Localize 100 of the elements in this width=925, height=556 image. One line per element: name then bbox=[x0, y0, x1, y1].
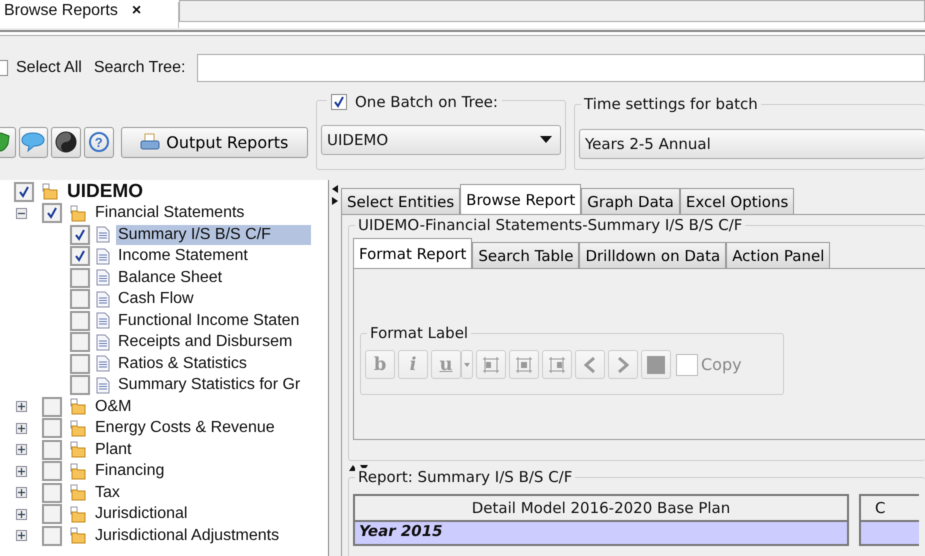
time-settings-dropdown[interactable]: Years 2-5 Annual bbox=[579, 129, 925, 159]
tree-item[interactable]: Balance Sheet bbox=[116, 268, 224, 288]
tree-checkbox[interactable] bbox=[70, 375, 90, 396]
checkmark-icon bbox=[74, 228, 86, 241]
tree-item[interactable]: Ratios & Statistics bbox=[116, 354, 249, 374]
tree-item[interactable]: Receipts and Disbursem bbox=[116, 332, 294, 352]
tree-checkbox[interactable] bbox=[42, 440, 62, 460]
table-cell: Year 2015 bbox=[353, 522, 849, 546]
column-header[interactable]: Detail Model 2016-2020 Base Plan bbox=[353, 494, 849, 522]
tree-checkbox[interactable] bbox=[70, 289, 90, 310]
tree-item[interactable]: Financing bbox=[93, 461, 166, 482]
frame-icon bbox=[549, 356, 565, 372]
tab[interactable]: Action Panel bbox=[726, 242, 830, 268]
tree-checkbox[interactable] bbox=[42, 482, 62, 503]
expand-icon[interactable] bbox=[16, 487, 28, 498]
printer-icon bbox=[140, 133, 160, 151]
tree-item[interactable]: Summary I/S B/S C/F bbox=[116, 224, 311, 245]
folder-icon bbox=[68, 462, 87, 480]
batch-dropdown[interactable]: UIDEMO bbox=[321, 125, 561, 155]
tree-item[interactable]: Summary Statistics for Gr bbox=[116, 375, 302, 396]
chevron-right-icon bbox=[617, 356, 629, 372]
checkmark-icon bbox=[74, 250, 86, 262]
tree-checkbox[interactable] bbox=[42, 203, 62, 224]
tree-item[interactable]: Energy Costs & Revenue bbox=[93, 418, 277, 438]
report-title: Report: Summary I/S B/S C/F bbox=[355, 468, 576, 486]
search-field[interactable] bbox=[197, 54, 925, 82]
collapse-icon[interactable] bbox=[16, 208, 28, 219]
document-icon bbox=[96, 376, 110, 394]
column-header[interactable]: C bbox=[859, 494, 919, 522]
help-button[interactable]: ? bbox=[84, 126, 114, 158]
close-button[interactable]: × bbox=[132, 2, 142, 20]
tree-checkbox[interactable] bbox=[42, 396, 62, 417]
folder-icon bbox=[40, 183, 59, 200]
document-icon bbox=[96, 355, 110, 372]
search-tree-label: Search Tree: bbox=[94, 59, 186, 77]
tree-item[interactable]: Plant bbox=[93, 440, 134, 460]
yinyang-button[interactable] bbox=[51, 126, 81, 158]
tree-checkbox[interactable] bbox=[70, 246, 90, 266]
tab[interactable]: Browse Report bbox=[460, 184, 582, 214]
tree-item[interactable]: UIDEMO bbox=[65, 180, 145, 203]
tree-item[interactable]: O&M bbox=[93, 396, 134, 417]
tree-checkbox[interactable] bbox=[42, 461, 62, 482]
expand-icon[interactable] bbox=[16, 466, 28, 477]
tab[interactable]: Select Entities bbox=[341, 188, 460, 214]
caret-icon bbox=[540, 136, 552, 144]
frame-icon bbox=[483, 356, 499, 372]
document-icon bbox=[96, 269, 110, 286]
folder-icon bbox=[68, 484, 87, 502]
table-cell bbox=[859, 522, 919, 546]
tree-item[interactable]: Financial Statements bbox=[93, 203, 246, 224]
folder-icon bbox=[68, 204, 87, 222]
tree-item[interactable]: Tax bbox=[93, 482, 122, 503]
tree-checkbox[interactable] bbox=[70, 224, 90, 245]
tree-checkbox[interactable] bbox=[42, 418, 62, 438]
tree-checkbox[interactable] bbox=[42, 504, 62, 524]
tree-item[interactable]: Jurisdictional bbox=[93, 504, 190, 524]
one-batch-label: One Batch on Tree: bbox=[355, 93, 498, 111]
expand-icon[interactable] bbox=[16, 401, 28, 412]
tree-checkbox[interactable] bbox=[70, 354, 90, 374]
checkmark-icon bbox=[46, 207, 58, 220]
tree-item[interactable]: Cash Flow bbox=[116, 289, 196, 310]
tab[interactable]: Graph Data bbox=[581, 188, 680, 214]
select-all-label: Select All bbox=[16, 59, 82, 77]
report-group-title: UIDEMO-Financial Statements-Summary I/S B/S C/F bbox=[355, 216, 746, 234]
document-icon bbox=[96, 248, 110, 265]
expand-icon[interactable] bbox=[16, 530, 28, 542]
time-settings-title: Time settings for batch bbox=[581, 95, 761, 113]
yin-yang-icon bbox=[55, 131, 78, 153]
document-icon bbox=[96, 290, 110, 308]
tree-checkbox[interactable] bbox=[70, 332, 90, 352]
checkmark-icon bbox=[333, 96, 345, 108]
folder-icon bbox=[68, 506, 87, 523]
chevron-left-icon bbox=[584, 356, 596, 372]
document-icon bbox=[96, 226, 110, 244]
expand-icon[interactable] bbox=[16, 422, 28, 434]
one-batch-checkbox[interactable] bbox=[331, 94, 347, 110]
tree-item[interactable]: Income Statement bbox=[116, 246, 250, 266]
tree-item[interactable]: Functional Income Staten bbox=[116, 310, 302, 331]
tree-checkbox[interactable] bbox=[42, 526, 62, 546]
folder-icon bbox=[68, 420, 87, 437]
expand-icon[interactable] bbox=[16, 508, 28, 520]
expand-icon[interactable] bbox=[16, 444, 28, 456]
caret-icon bbox=[464, 362, 470, 366]
tab[interactable]: Search Table bbox=[472, 242, 580, 268]
copy-label: Copy bbox=[701, 355, 742, 374]
tree-checkbox[interactable] bbox=[70, 310, 90, 331]
square-icon bbox=[647, 356, 665, 374]
tab[interactable]: Excel Options bbox=[680, 188, 794, 214]
output-reports-button[interactable]: Output Reports bbox=[120, 126, 308, 158]
arrows-icon bbox=[331, 184, 339, 206]
folder-icon bbox=[68, 527, 87, 544]
chat-button[interactable] bbox=[18, 126, 48, 158]
tree-checkbox[interactable] bbox=[70, 268, 90, 288]
frame-icon bbox=[516, 356, 532, 372]
tab[interactable]: Drilldown on Data bbox=[579, 242, 726, 268]
tree-checkbox[interactable] bbox=[14, 182, 34, 202]
tab[interactable]: Format Report bbox=[353, 238, 472, 268]
folder-icon bbox=[68, 441, 87, 458]
tree-item[interactable]: Jurisdictional Adjustments bbox=[93, 526, 282, 546]
document-icon bbox=[96, 312, 110, 330]
